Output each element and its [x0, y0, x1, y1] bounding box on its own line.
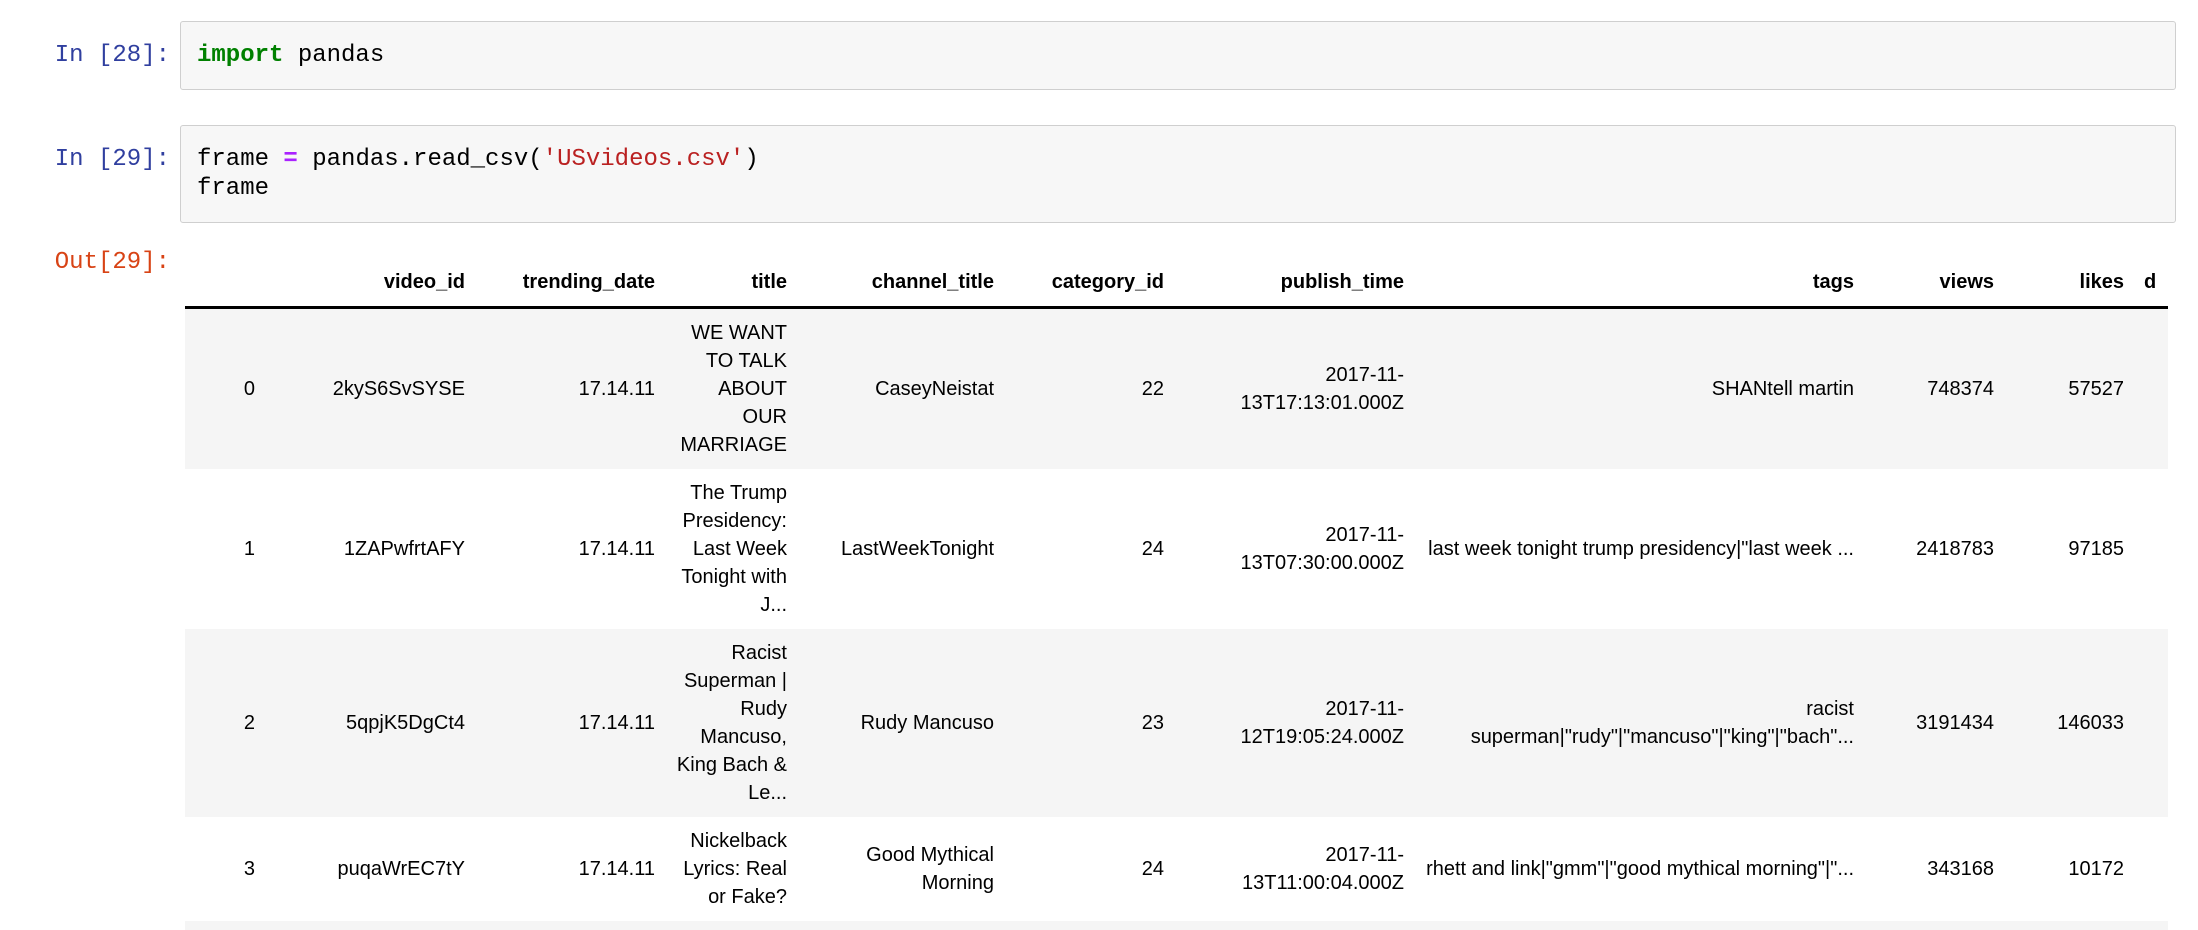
table-cell: 2017-11-12T19:05:24.000Z — [1174, 629, 1414, 817]
index-column-header — [185, 258, 265, 308]
table-cell: 57527 — [2004, 308, 2134, 470]
table-cell — [665, 921, 797, 930]
code-editor[interactable]: frame = pandas.read_csv('USvideos.csv')f… — [180, 125, 2176, 223]
table-cell: puqaWrEC7tY — [265, 817, 475, 921]
table-cell: Rudy Mancuso — [797, 629, 1004, 817]
column-header-category_id: category_id — [1004, 258, 1174, 308]
column-header-title: title — [665, 258, 797, 308]
table-cell: 10172 — [2004, 817, 2134, 921]
header-row: video_idtrending_datetitlechannel_titlec… — [185, 258, 2168, 308]
code-token: pandas — [283, 42, 384, 69]
notebook: In [28]: import pandas In [29]: frame = … — [0, 0, 2198, 930]
column-header-video_id: video_id — [265, 258, 475, 308]
table-cell: 5qpjK5DgCt4 — [265, 629, 475, 817]
table-cell: 343168 — [1864, 817, 2004, 921]
table-cell — [2134, 469, 2168, 629]
code-line: import pandas — [197, 41, 2159, 70]
table-cell: Racist Superman | Rudy Mancuso, King Bac… — [665, 629, 797, 817]
table-cell: 1ZAPwfrtAFY — [265, 469, 475, 629]
table-cell: 24 — [1004, 817, 1174, 921]
table-cell — [475, 921, 665, 930]
dataframe-table: video_idtrending_datetitlechannel_titlec… — [185, 258, 2168, 930]
code-cell-28[interactable]: In [28]: import pandas — [0, 21, 2176, 90]
column-header-channel_title: channel_title — [797, 258, 1004, 308]
input-prompt: In [28]: — [0, 21, 170, 90]
table-row: 25qpjK5DgCt417.14.11Racist Superman | Ru… — [185, 629, 2168, 817]
notebook-page: In [28]: import pandas In [29]: frame = … — [0, 0, 2198, 930]
column-header-publish_time: publish_time — [1174, 258, 1414, 308]
string-token: 'USvideos.csv' — [543, 146, 745, 173]
code-line: frame = pandas.read_csv('USvideos.csv') — [197, 145, 2159, 174]
table-cell — [2134, 308, 2168, 470]
table-cell: racist superman|"rudy"|"mancuso"|"king"|… — [1414, 629, 1864, 817]
column-header-tags: tags — [1414, 258, 1864, 308]
table-cell: 97185 — [2004, 469, 2134, 629]
code-token: frame — [197, 175, 269, 202]
column-header-likes: likes — [2004, 258, 2134, 308]
table-cell: WE WANT TO TALK ABOUT OUR MARRIAGE — [665, 308, 797, 470]
table-cell: SHANtell martin — [1414, 308, 1864, 470]
code-token: ) — [744, 146, 758, 173]
table-cell — [185, 921, 265, 930]
table-cell: 22 — [1004, 308, 1174, 470]
table-cell — [797, 921, 1004, 930]
table-cell: 17.14.11 — [475, 629, 665, 817]
table-cell: 23 — [1004, 629, 1174, 817]
table-cell: rhett and link|"gmm"|"good mythical morn… — [1414, 817, 1864, 921]
column-header-d: d — [2134, 258, 2168, 308]
code-line: frame — [197, 174, 2159, 203]
column-header-trending_date: trending_date — [475, 258, 665, 308]
output-prompt: Out[29]: — [0, 234, 170, 930]
table-cell — [1004, 921, 1174, 930]
table-cell: 2017-11-13T07:30:00.000Z — [1174, 469, 1414, 629]
code-token: pandas.read_csv( — [298, 146, 543, 173]
row-index-cell: 0 — [185, 308, 265, 470]
dataframe-output-area: video_idtrending_datetitlechannel_titlec… — [185, 258, 2168, 930]
operator-token: = — [283, 146, 297, 173]
table-cell: Nickelback Lyrics: Real or Fake? — [665, 817, 797, 921]
table-cell: last week tonight trump presidency|"last… — [1414, 469, 1864, 629]
column-header-views: views — [1864, 258, 2004, 308]
table-cell: 2017-11-13T11:00:04.000Z — [1174, 817, 1414, 921]
table-row: 11ZAPwfrtAFY17.14.11The Trump Presidency… — [185, 469, 2168, 629]
table-cell: 2017-11-13T17:13:01.000Z — [1174, 308, 1414, 470]
table-cell — [2134, 629, 2168, 817]
table-cell: CaseyNeistat — [797, 308, 1004, 470]
row-index-cell: 3 — [185, 817, 265, 921]
table-cell — [2004, 921, 2134, 930]
table-cell: 17.14.11 — [475, 817, 665, 921]
table-row: 3puqaWrEC7tY17.14.11Nickelback Lyrics: R… — [185, 817, 2168, 921]
table-cell — [265, 921, 475, 930]
code-editor[interactable]: import pandas — [180, 21, 2176, 90]
table-cell — [1414, 921, 1864, 930]
table-row: 02kyS6SvSYSE17.14.11WE WANT TO TALK ABOU… — [185, 308, 2168, 470]
keyword-token: import — [197, 42, 283, 69]
table-cell — [1174, 921, 1414, 930]
table-cell — [2134, 817, 2168, 921]
table-cell: LastWeekTonight — [797, 469, 1004, 629]
table-cell: Good Mythical Morning — [797, 817, 1004, 921]
code-cell-29[interactable]: In [29]: frame = pandas.read_csv('USvide… — [0, 125, 2176, 223]
table-cell: The Trump Presidency: Last Week Tonight … — [665, 469, 797, 629]
table-cell: 24 — [1004, 469, 1174, 629]
table-cell: 2kyS6SvSYSE — [265, 308, 475, 470]
table-cell: 748374 — [1864, 308, 2004, 470]
table-row-partial — [185, 921, 2168, 930]
table-cell: 17.14.11 — [475, 469, 665, 629]
table-head: video_idtrending_datetitlechannel_titlec… — [185, 258, 2168, 308]
table-body: 02kyS6SvSYSE17.14.11WE WANT TO TALK ABOU… — [185, 308, 2168, 930]
code-token: frame — [197, 146, 283, 173]
table-cell: 146033 — [2004, 629, 2134, 817]
row-index-cell: 2 — [185, 629, 265, 817]
table-cell — [1864, 921, 2004, 930]
table-cell: 2418783 — [1864, 469, 2004, 629]
input-prompt: In [29]: — [0, 125, 170, 223]
table-cell: 17.14.11 — [475, 308, 665, 470]
output-cell-29: Out[29]: video_idtrending_datetitlechann… — [0, 234, 2176, 930]
row-index-cell: 1 — [185, 469, 265, 629]
table-cell: 3191434 — [1864, 629, 2004, 817]
table-cell — [2134, 921, 2168, 930]
